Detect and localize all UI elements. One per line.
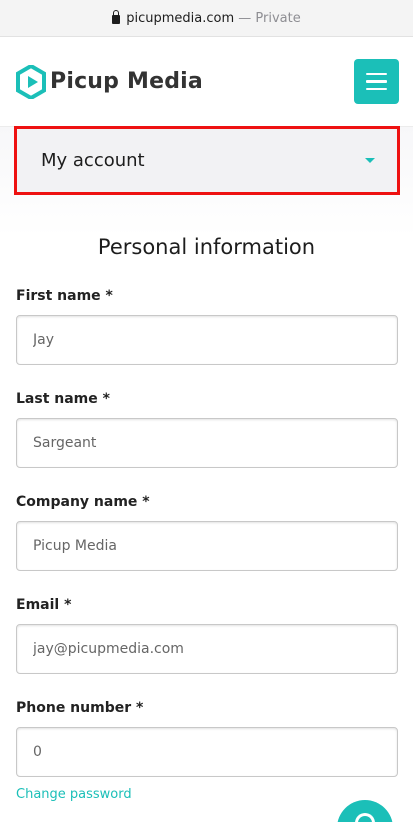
lock-icon: [112, 9, 121, 24]
brand-name: Picup Media: [50, 69, 203, 94]
my-account-label: My account: [41, 150, 145, 171]
change-password-link[interactable]: Change password: [16, 787, 132, 802]
phone-number-field[interactable]: [16, 727, 398, 777]
company-name-label: Company name *: [16, 494, 150, 510]
site-header: Picup Media: [0, 37, 413, 127]
company-name-field[interactable]: [16, 521, 398, 571]
last-name-field[interactable]: [16, 418, 398, 468]
hamburger-menu-button[interactable]: [354, 59, 399, 104]
url-separator: —: [234, 10, 256, 26]
caret-down-icon: [365, 158, 375, 163]
first-name-label: First name *: [16, 288, 113, 304]
email-field[interactable]: [16, 624, 398, 674]
browser-url-bar[interactable]: picupmedia.com — Private: [0, 0, 413, 37]
page-title: Personal information: [97, 235, 316, 259]
last-name-label: Last name *: [16, 391, 110, 407]
my-account-dropdown[interactable]: My account: [14, 126, 400, 195]
hamburger-icon: [366, 72, 387, 76]
phone-number-label: Phone number *: [16, 700, 144, 716]
private-mode-label: Private: [255, 10, 301, 26]
url-domain: picupmedia.com: [126, 10, 235, 26]
account-menu-area: My account: [0, 126, 413, 237]
email-label: Email *: [16, 597, 72, 613]
site-logo[interactable]: Picup Media: [16, 64, 203, 99]
chat-widget-button[interactable]: [337, 800, 393, 822]
first-name-field[interactable]: [16, 315, 398, 365]
picup-logo-icon: [16, 64, 46, 99]
